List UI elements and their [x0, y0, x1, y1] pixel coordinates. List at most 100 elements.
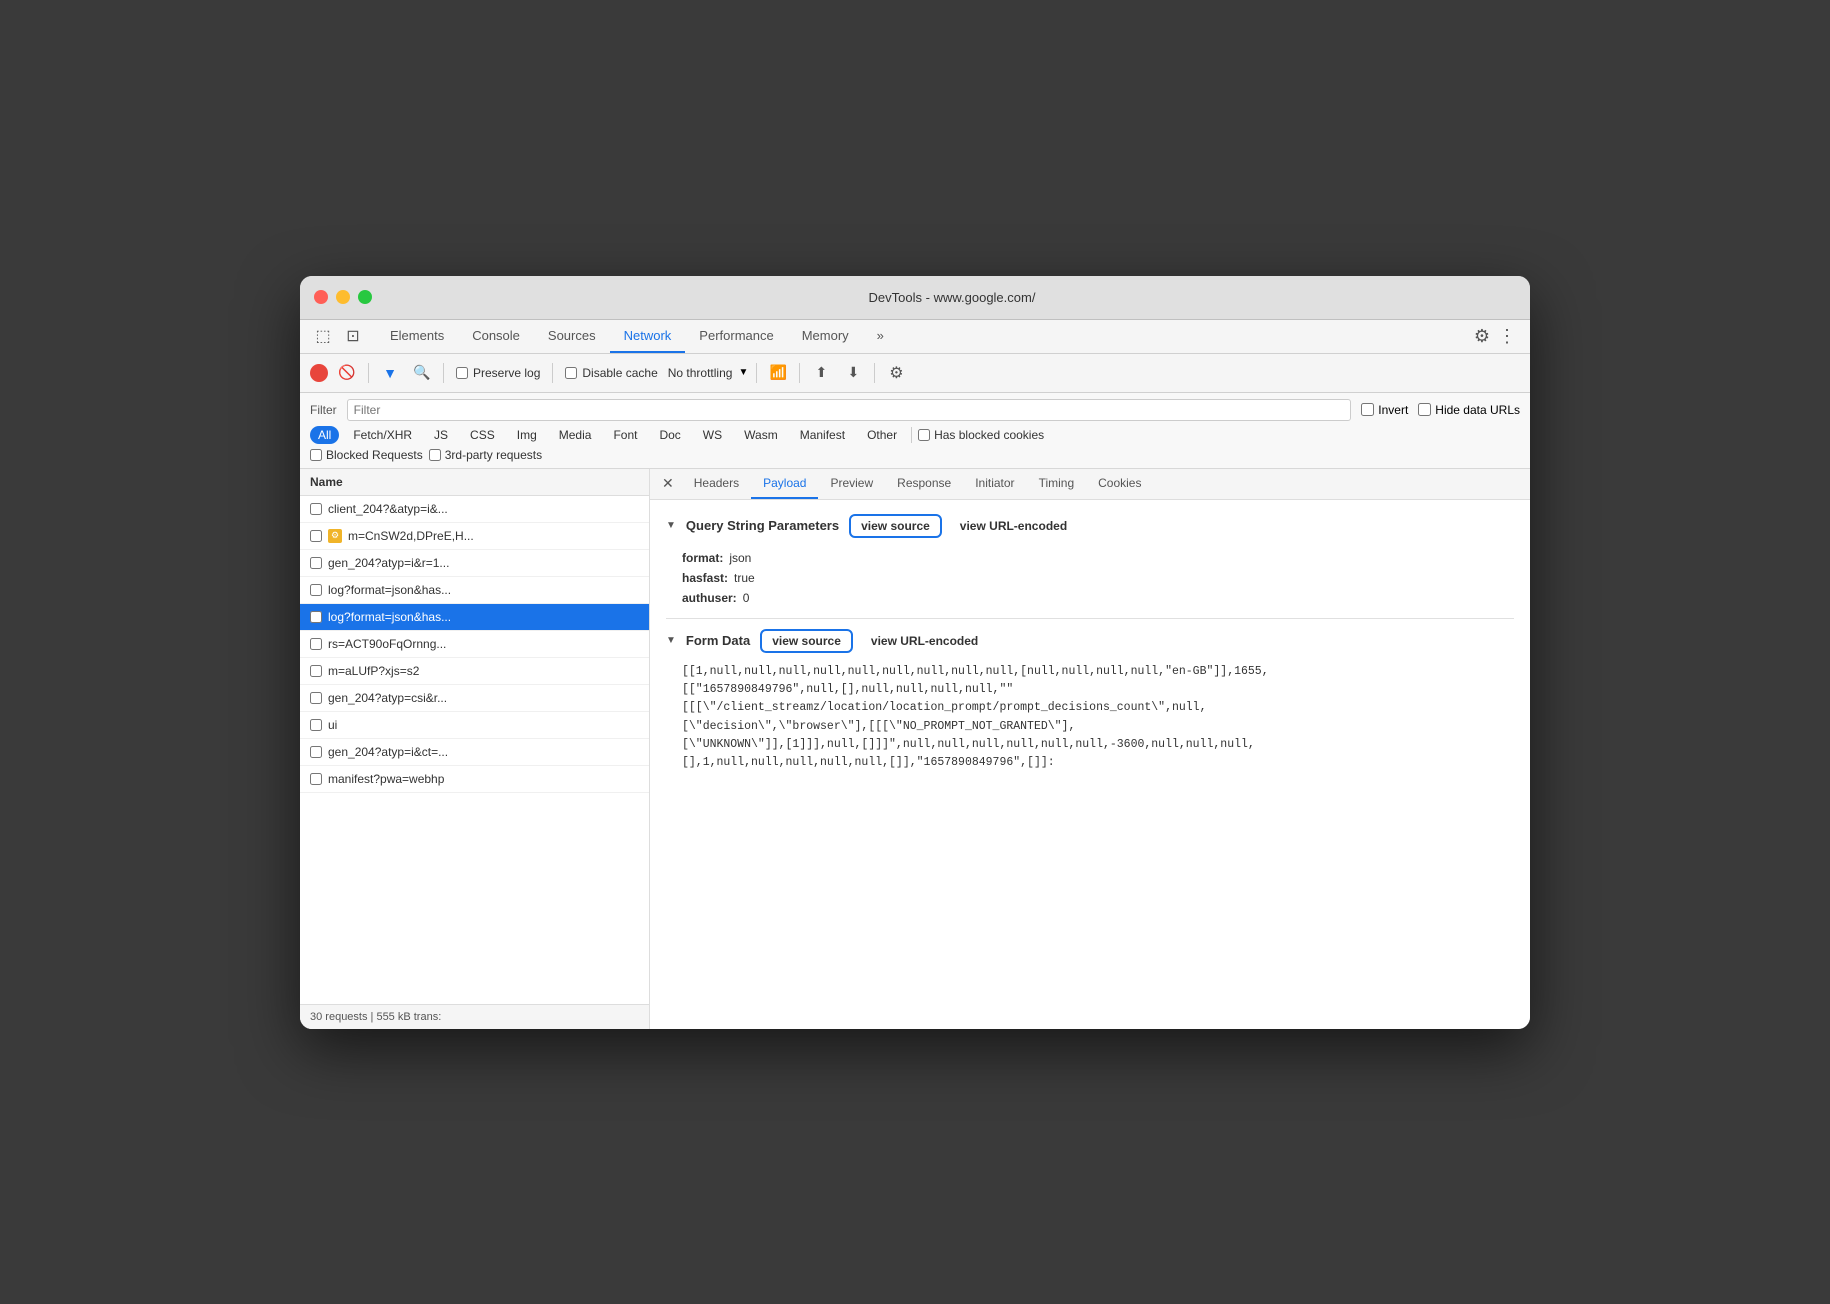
list-item[interactable]: client_204?&atyp=i&...	[300, 496, 649, 523]
detail-content: ▼ Query String Parameters view source vi…	[650, 500, 1530, 1029]
param-key: format:	[682, 551, 723, 565]
filter-bar: Filter Invert Hide data URLs All Fetch/X…	[300, 393, 1530, 469]
chip-doc[interactable]: Doc	[651, 426, 688, 444]
clear-icon[interactable]: 🚫	[334, 360, 360, 386]
download-icon[interactable]: ⬇	[840, 360, 866, 386]
invert-text: Invert	[1378, 403, 1408, 417]
view-url-encoded-link-2[interactable]: view URL-encoded	[871, 634, 978, 648]
chip-js[interactable]: JS	[426, 426, 456, 444]
invert-checkbox[interactable]	[1361, 403, 1374, 416]
chip-ws[interactable]: WS	[695, 426, 730, 444]
req-checkbox[interactable]	[310, 557, 322, 569]
tab-preview[interactable]: Preview	[818, 469, 885, 499]
third-party-requests-label[interactable]: 3rd-party requests	[429, 448, 542, 462]
req-checkbox[interactable]	[310, 611, 322, 623]
network-settings-icon[interactable]: ⚙	[883, 360, 909, 386]
maximize-button[interactable]	[358, 290, 372, 304]
req-checkbox[interactable]	[310, 638, 322, 650]
more-options-icon[interactable]: ⋮	[1494, 322, 1520, 351]
req-checkbox[interactable]	[310, 773, 322, 785]
hide-data-urls-checkbox[interactable]	[1418, 403, 1431, 416]
list-item[interactable]: gen_204?atyp=i&ct=...	[300, 739, 649, 766]
wifi-icon[interactable]: 📶	[765, 360, 791, 386]
req-name: client_204?&atyp=i&...	[328, 502, 639, 516]
chip-all[interactable]: All	[310, 426, 339, 444]
record-button[interactable]	[310, 364, 328, 382]
view-source-button-2[interactable]: view source	[760, 629, 853, 653]
upload-icon[interactable]: ⬆	[808, 360, 834, 386]
invert-label[interactable]: Invert	[1361, 403, 1408, 417]
disable-cache-label[interactable]: Disable cache	[561, 364, 661, 382]
tab-performance[interactable]: Performance	[685, 320, 787, 353]
query-string-header: ▼ Query String Parameters view source vi…	[666, 514, 1514, 538]
req-checkbox[interactable]	[310, 584, 322, 596]
settings-icon[interactable]: ⚙	[1470, 322, 1494, 351]
devtools-window: DevTools - www.google.com/ ⬚ ⊡ Elements …	[300, 276, 1530, 1029]
tab-memory[interactable]: Memory	[788, 320, 863, 353]
window-title: DevTools - www.google.com/	[388, 290, 1516, 305]
tab-timing[interactable]: Timing	[1027, 469, 1087, 499]
filter-input[interactable]	[347, 399, 1352, 421]
throttle-arrow[interactable]: ▼	[738, 367, 748, 378]
toolbar-separator-4	[756, 363, 757, 383]
list-item[interactable]: ui	[300, 712, 649, 739]
blocked-requests-checkbox[interactable]	[310, 449, 322, 461]
chip-font[interactable]: Font	[605, 426, 645, 444]
preserve-log-label[interactable]: Preserve log	[452, 364, 544, 382]
view-url-encoded-link-1[interactable]: view URL-encoded	[960, 519, 1067, 533]
tab-elements[interactable]: Elements	[376, 320, 458, 353]
chip-css[interactable]: CSS	[462, 426, 503, 444]
blocked-requests-label[interactable]: Blocked Requests	[310, 448, 423, 462]
req-checkbox[interactable]	[310, 719, 322, 731]
tab-cookies[interactable]: Cookies	[1086, 469, 1153, 499]
tab-payload[interactable]: Payload	[751, 469, 818, 499]
inspect-icon[interactable]: ⬚	[310, 323, 336, 349]
chip-media[interactable]: Media	[551, 426, 600, 444]
req-checkbox[interactable]	[310, 746, 322, 758]
list-item[interactable]: rs=ACT90oFqOrnng...	[300, 631, 649, 658]
preserve-log-checkbox[interactable]	[456, 367, 468, 379]
req-checkbox[interactable]	[310, 665, 322, 677]
chip-img[interactable]: Img	[509, 426, 545, 444]
req-checkbox[interactable]	[310, 503, 322, 515]
close-button[interactable]	[314, 290, 328, 304]
device-icon[interactable]: ⊡	[340, 323, 366, 349]
toolbar-separator-2	[443, 363, 444, 383]
list-item[interactable]: m=aLUfP?xjs=s2	[300, 658, 649, 685]
toolbar-separator-6	[874, 363, 875, 383]
list-item[interactable]: manifest?pwa=webhp	[300, 766, 649, 793]
req-name: log?format=json&has...	[328, 610, 639, 624]
list-item[interactable]: gen_204?atyp=csi&r...	[300, 685, 649, 712]
collapse-triangle-2[interactable]: ▼	[666, 635, 676, 646]
hide-data-urls-label[interactable]: Hide data URLs	[1418, 403, 1520, 417]
tab-console[interactable]: Console	[458, 320, 534, 353]
throttling-select[interactable]: No throttling	[668, 366, 733, 380]
chip-wasm[interactable]: Wasm	[736, 426, 786, 444]
req-checkbox[interactable]	[310, 692, 322, 704]
collapse-triangle[interactable]: ▼	[666, 520, 676, 531]
filter-icon[interactable]: ▼	[377, 360, 403, 386]
has-blocked-cookies-checkbox[interactable]	[918, 429, 930, 441]
chip-other[interactable]: Other	[859, 426, 905, 444]
minimize-button[interactable]	[336, 290, 350, 304]
list-item[interactable]: gen_204?atyp=i&r=1...	[300, 550, 649, 577]
tab-headers[interactable]: Headers	[682, 469, 751, 499]
list-item-selected[interactable]: log?format=json&has...	[300, 604, 649, 631]
list-item[interactable]: ⚙ m=CnSW2d,DPreE,H...	[300, 523, 649, 550]
disable-cache-checkbox[interactable]	[565, 367, 577, 379]
chip-fetch-xhr[interactable]: Fetch/XHR	[345, 426, 420, 444]
tab-more[interactable]: »	[863, 320, 898, 353]
third-party-requests-checkbox[interactable]	[429, 449, 441, 461]
tab-initiator[interactable]: Initiator	[963, 469, 1026, 499]
tab-network[interactable]: Network	[610, 320, 686, 353]
param-value: json	[729, 551, 751, 565]
chip-manifest[interactable]: Manifest	[792, 426, 853, 444]
view-source-button-1[interactable]: view source	[849, 514, 942, 538]
list-item[interactable]: log?format=json&has...	[300, 577, 649, 604]
search-icon[interactable]: 🔍	[409, 360, 435, 386]
close-detail-icon[interactable]: ✕	[654, 469, 682, 498]
tab-response[interactable]: Response	[885, 469, 963, 499]
req-checkbox[interactable]	[310, 530, 322, 542]
has-blocked-cookies-label[interactable]: Has blocked cookies	[918, 428, 1044, 442]
tab-sources[interactable]: Sources	[534, 320, 610, 353]
